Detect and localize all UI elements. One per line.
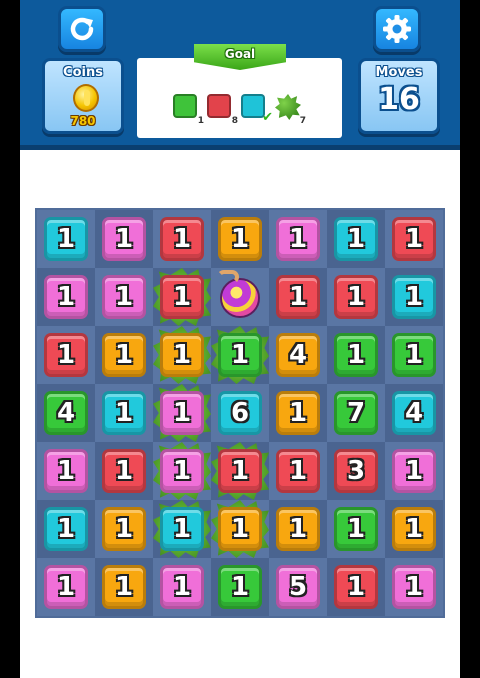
number-tile[interactable]: 1 [160,217,204,261]
number-tile[interactable]: 1 [218,217,262,261]
number-tile[interactable]: 1 [44,449,88,493]
number-tile[interactable]: 4 [276,333,320,377]
number-tile[interactable]: 1 [276,275,320,319]
number-tile[interactable]: 1 [334,333,378,377]
number-tile[interactable]: 1 [102,507,146,551]
number-tile[interactable]: 1 [392,275,436,319]
number-tile[interactable]: 1 [276,449,320,493]
number-tile[interactable]: 1 [334,217,378,261]
number-tile[interactable]: 1 [218,507,262,551]
number-tile[interactable]: 1 [160,449,204,493]
coins-panel: Coins 780 [42,58,124,134]
number-tile[interactable]: 5 [276,565,320,609]
number-tile[interactable]: 1 [44,507,88,551]
goal-tile-icon [173,94,197,118]
number-tile[interactable]: 1 [44,565,88,609]
number-tile[interactable]: 1 [392,565,436,609]
coin-icon [73,84,99,112]
game-board: 1111111111111111141141161741111131111111… [35,208,445,618]
number-tile[interactable]: 1 [392,333,436,377]
goal-item: 7 [275,94,306,126]
number-tile[interactable]: 1 [160,275,204,319]
number-tile[interactable]: 1 [44,275,88,319]
goal-tile-icon [207,94,231,118]
coins-label: Coins [63,65,103,80]
number-tile[interactable]: 3 [334,449,378,493]
moves-label: Moves [375,65,423,80]
number-tile[interactable]: 1 [102,391,146,435]
bomb-fuse-icon [217,270,239,284]
number-tile[interactable]: 1 [218,565,262,609]
number-tile[interactable]: 1 [392,217,436,261]
goal-item: ✔ [241,94,273,125]
goal-item: 1 [173,94,204,126]
settings-button[interactable] [373,6,421,52]
goal-item: 8 [207,94,238,126]
number-tile[interactable]: 1 [218,333,262,377]
number-tile[interactable]: 1 [276,217,320,261]
moves-panel: Moves 16 [358,58,440,134]
number-tile[interactable]: 1 [102,275,146,319]
number-tile[interactable]: 1 [276,391,320,435]
goal-count: 1 [197,116,204,126]
bomb-powerup[interactable] [220,278,260,318]
number-tile[interactable]: 1 [276,507,320,551]
goal-panel: Goal 1 8 ✔ 7 [137,44,342,138]
number-tile[interactable]: 1 [160,565,204,609]
number-tile[interactable]: 1 [218,449,262,493]
goal-banner: Goal [194,44,286,70]
moves-value: 16 [378,82,420,117]
number-tile[interactable]: 7 [334,391,378,435]
goal-count: 8 [231,116,238,126]
number-tile[interactable]: 1 [102,449,146,493]
number-tile[interactable]: 4 [392,391,436,435]
number-tile[interactable]: 1 [334,275,378,319]
number-tile[interactable]: 1 [102,333,146,377]
restart-button[interactable] [58,6,106,52]
number-tile[interactable]: 1 [44,217,88,261]
goal-title: Goal [224,47,256,61]
number-tile[interactable]: 1 [334,507,378,551]
number-tile[interactable]: 1 [392,449,436,493]
number-tile[interactable]: 1 [160,333,204,377]
goal-count: 7 [299,116,306,126]
gear-icon [383,15,411,43]
number-tile[interactable]: 1 [160,507,204,551]
number-tile[interactable]: 1 [334,565,378,609]
number-tile[interactable]: 1 [392,507,436,551]
goal-items: 1 8 ✔ 7 [173,94,306,126]
coins-value: 780 [70,114,96,128]
game-screen: Coins 780 Goal 1 8 ✔ 7 Moves 16 1 1 1 1 … [20,0,460,678]
checkmark-icon: ✔ [262,110,273,125]
number-tile[interactable]: 1 [44,333,88,377]
leaf-icon [275,94,301,120]
refresh-icon [70,17,94,41]
number-tile[interactable]: 1 [160,391,204,435]
number-tile[interactable]: 6 [218,391,262,435]
top-bar: Coins 780 Goal 1 8 ✔ 7 Moves 16 [20,0,460,150]
number-tile[interactable]: 1 [102,217,146,261]
number-tile[interactable]: 4 [44,391,88,435]
number-tile[interactable]: 1 [102,565,146,609]
